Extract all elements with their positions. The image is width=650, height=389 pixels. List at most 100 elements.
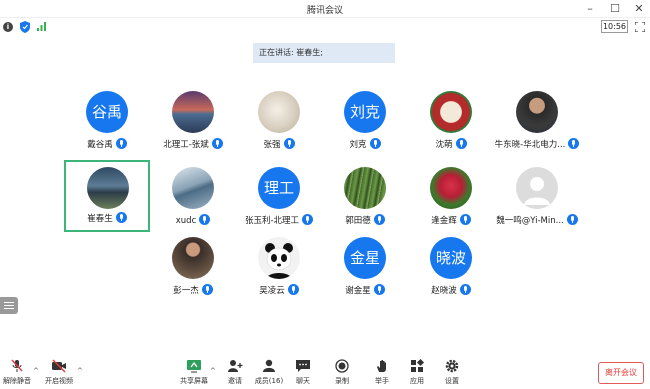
participant-name-row: 逢金辉 bbox=[408, 214, 494, 226]
default-avatar-icon bbox=[516, 167, 558, 209]
avatar bbox=[516, 91, 558, 133]
microphone-icon bbox=[287, 284, 299, 295]
minimize-button[interactable]: – bbox=[582, 1, 598, 17]
participant-name-row: 魏一鸣@Yi-Min... bbox=[494, 214, 580, 226]
participant-name-row: 沈萌 bbox=[408, 138, 494, 150]
participant-tile[interactable]: 彭一杰 bbox=[150, 230, 236, 302]
avatar bbox=[172, 91, 214, 133]
members-label: 成员(16) bbox=[254, 377, 284, 385]
raise-hand-button[interactable]: 举手 bbox=[364, 359, 400, 386]
avatar bbox=[430, 167, 472, 209]
info-icon[interactable]: i bbox=[3, 22, 13, 32]
fullscreen-icon[interactable] bbox=[635, 22, 645, 32]
participant-name-row: 彭一杰 bbox=[150, 284, 236, 296]
participant-tile[interactable]: 张强 bbox=[236, 84, 322, 156]
participant-tile[interactable]: xudc bbox=[150, 160, 236, 232]
participant-name-row: 刘克 bbox=[322, 138, 408, 150]
participant-name: 赵晓波 bbox=[431, 286, 457, 296]
members-icon bbox=[263, 359, 275, 372]
participant-name: xudc bbox=[175, 216, 197, 226]
raise-hand-icon bbox=[377, 360, 386, 372]
participant-name: 谢金星 bbox=[345, 286, 371, 296]
avatar bbox=[344, 167, 386, 209]
record-button[interactable]: 录制 bbox=[324, 359, 360, 386]
microphone-icon bbox=[459, 284, 471, 295]
avatar bbox=[258, 91, 300, 133]
settings-button[interactable]: 设置 bbox=[434, 359, 470, 386]
status-bar: i bbox=[0, 18, 650, 36]
chat-icon bbox=[296, 360, 310, 372]
participant-name: 北理工-张斌 bbox=[163, 140, 209, 150]
meeting-clock: 10:56 bbox=[601, 20, 628, 33]
avatar: 金星 bbox=[344, 237, 386, 279]
participant-name-row: 牛东晓-华北电力... bbox=[494, 138, 580, 150]
participant-name: 彭一杰 bbox=[173, 286, 199, 296]
title-bar: 腾讯会议 – ☐ ✕ bbox=[0, 0, 650, 18]
avatar bbox=[172, 237, 214, 279]
participant-tile[interactable]: 刘克 刘克 bbox=[322, 84, 408, 156]
participant-name-row: 谢金星 bbox=[322, 284, 408, 296]
record-label: 录制 bbox=[335, 377, 349, 385]
avatar: 刘克 bbox=[344, 91, 386, 133]
participant-name: 戴谷禹 bbox=[87, 140, 113, 150]
participant-name-row: 郭田德 bbox=[322, 214, 408, 226]
video-options-chevron-icon[interactable]: ^ bbox=[77, 367, 83, 375]
signal-icon[interactable] bbox=[37, 22, 46, 31]
microphone-muted-icon bbox=[11, 359, 23, 372]
unmute-label: 解除静音 bbox=[3, 377, 31, 385]
participant-tile[interactable]: 理工 张玉利-北理工 bbox=[236, 160, 322, 232]
share-screen-icon bbox=[187, 360, 201, 373]
participant-tile[interactable]: 沈萌 bbox=[408, 84, 494, 156]
participant-tile[interactable]: 魏一鸣@Yi-Min... bbox=[494, 160, 580, 232]
participant-tile[interactable]: 晓波 赵晓波 bbox=[408, 230, 494, 302]
participant-tile[interactable]: 北理工-张斌 bbox=[150, 84, 236, 156]
members-button[interactable]: 成员(16) bbox=[251, 359, 287, 386]
share-screen-label: 共享屏幕 bbox=[180, 377, 208, 385]
share-screen-button[interactable]: 共享屏幕 bbox=[176, 359, 212, 386]
participant-name: 张玉利-北理工 bbox=[244, 216, 300, 226]
participant-tile[interactable]: 郭田德 bbox=[322, 160, 408, 232]
microphone-icon bbox=[566, 214, 578, 225]
participant-tile[interactable]: 谷禹 戴谷禹 bbox=[64, 84, 150, 156]
audio-options-chevron-icon[interactable]: ^ bbox=[33, 367, 39, 375]
apps-button[interactable]: 应用 bbox=[399, 359, 435, 386]
shield-icon[interactable] bbox=[20, 21, 30, 33]
start-video-label: 开启视频 bbox=[45, 377, 73, 385]
window-title: 腾讯会议 bbox=[306, 6, 343, 16]
microphone-icon bbox=[568, 138, 580, 149]
side-panel-toggle[interactable] bbox=[0, 297, 18, 314]
participant-tile[interactable]: 牛东晓-华北电力... bbox=[494, 84, 580, 156]
microphone-icon bbox=[283, 138, 295, 149]
avatar: 谷禹 bbox=[86, 91, 128, 133]
microphone-icon bbox=[455, 138, 467, 149]
maximize-button[interactable]: ☐ bbox=[607, 1, 623, 17]
avatar: 理工 bbox=[258, 167, 300, 209]
apps-grid-icon bbox=[411, 359, 425, 372]
microphone-icon bbox=[211, 138, 223, 149]
participant-name: 崔春生 bbox=[87, 214, 113, 224]
microphone-icon bbox=[302, 214, 314, 225]
participant-name: 吴凌云 bbox=[259, 286, 285, 296]
microphone-icon bbox=[199, 214, 211, 225]
unmute-button[interactable]: 解除静音 bbox=[0, 359, 35, 386]
leave-meeting-button[interactable]: 离开会议 bbox=[598, 362, 644, 384]
participant-name: 魏一鸣@Yi-Min... bbox=[496, 216, 564, 226]
panda-avatar-icon bbox=[258, 237, 300, 279]
participant-tile[interactable]: 金星 谢金星 bbox=[322, 230, 408, 302]
participant-name-row: 张强 bbox=[236, 138, 322, 150]
participant-name-row: 戴谷禹 bbox=[64, 138, 150, 150]
close-button[interactable]: ✕ bbox=[631, 1, 647, 17]
invite-label: 邀请 bbox=[228, 377, 242, 385]
chat-button[interactable]: 聊天 bbox=[285, 359, 321, 386]
microphone-icon bbox=[373, 214, 385, 225]
participant-tile[interactable]: 吴凌云 bbox=[236, 230, 322, 302]
avatar bbox=[430, 91, 472, 133]
participant-name-row: 吴凌云 bbox=[236, 284, 322, 296]
invite-button[interactable]: 邀请 bbox=[217, 359, 253, 386]
microphone-icon bbox=[115, 212, 127, 223]
participant-tile-active-speaker[interactable]: 崔春生 bbox=[64, 160, 150, 232]
start-video-button[interactable]: 开启视频 bbox=[41, 359, 77, 386]
participant-tile[interactable]: 逢金辉 bbox=[408, 160, 494, 232]
share-options-chevron-icon[interactable]: ^ bbox=[210, 367, 216, 375]
avatar bbox=[172, 167, 214, 209]
